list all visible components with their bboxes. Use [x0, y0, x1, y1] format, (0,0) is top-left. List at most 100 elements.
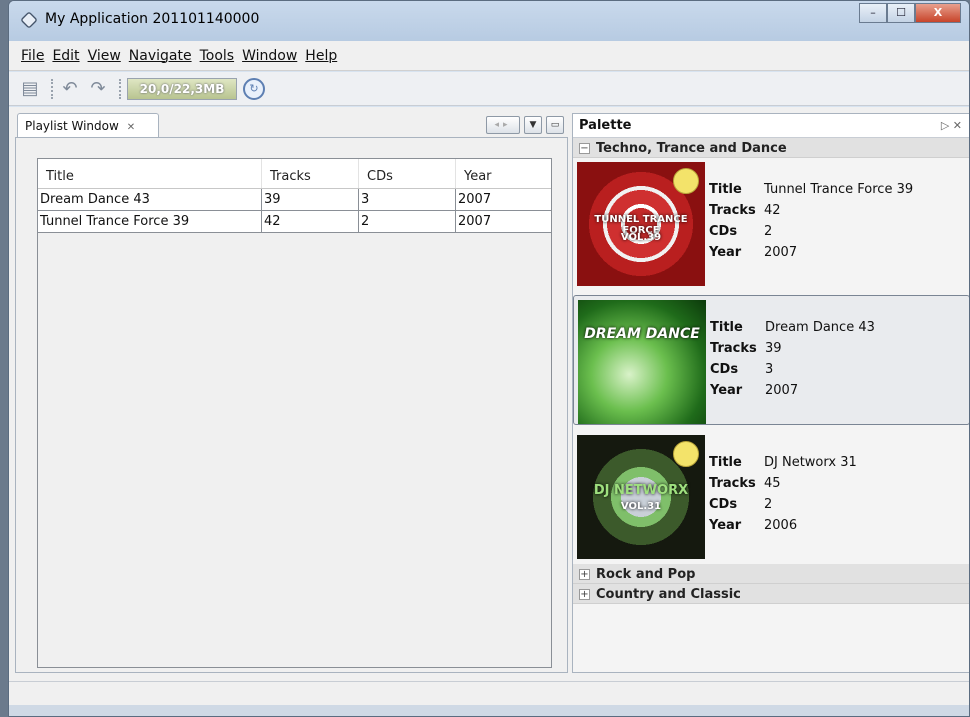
- collapse-icon[interactable]: −: [579, 143, 590, 154]
- app-icon: [20, 11, 38, 29]
- menu-help[interactable]: Help: [305, 48, 337, 64]
- tab-list-dropdown-icon[interactable]: ▼: [524, 116, 542, 134]
- album-cover-image: DJ NETWORX VOL.31: [577, 435, 705, 559]
- toolbar: ▤ ↶ ↷ 20,0/22,3MB ↻: [9, 72, 969, 106]
- cell-cds[interactable]: 3: [359, 189, 456, 210]
- value-year: 2007: [764, 245, 798, 260]
- palette-category-rock-and-pop[interactable]: + Rock and Pop: [573, 564, 969, 584]
- taskbar-edge: [9, 705, 969, 716]
- tab-scroll-arrows-icon[interactable]: ◂▸: [486, 116, 520, 134]
- cover-title: DJ NETWORX: [593, 483, 689, 498]
- playlist-table: Title Tracks CDs Year Dream Dance 43 39 …: [37, 158, 552, 668]
- cell-title[interactable]: Tunnel Trance Force 39: [38, 211, 262, 232]
- new-badge: [673, 168, 699, 194]
- playlist-panel: Title Tracks CDs Year Dream Dance 43 39 …: [15, 137, 568, 673]
- title-bar[interactable]: My Application 201101140000 – ☐ X: [9, 1, 969, 41]
- close-panel-icon[interactable]: ✕: [953, 119, 962, 132]
- value-year: 2007: [765, 383, 799, 398]
- menu-navigate[interactable]: Navigate: [129, 48, 192, 64]
- palette-window-controls: ▷ ✕: [941, 119, 962, 132]
- table-row[interactable]: Dream Dance 43 39 3 2007: [38, 189, 551, 211]
- workspace: Playlist Window ✕ ◂▸ ▼ ▭ Title Tracks CDs…: [9, 107, 969, 681]
- tab-playlist-window[interactable]: Playlist Window ✕: [17, 113, 159, 138]
- cell-tracks[interactable]: 42: [262, 211, 359, 232]
- value-title: Tunnel Trance Force 39: [764, 182, 914, 197]
- palette-header: Palette ▷ ✕: [573, 114, 969, 138]
- tab-controls: ◂▸ ▼ ▭: [482, 116, 564, 134]
- toolbar-separator: [51, 78, 55, 99]
- maximize-button[interactable]: ☐: [887, 3, 915, 23]
- palette-category-country-and-classic[interactable]: + Country and Classic: [573, 584, 969, 604]
- value-tracks: 39: [765, 341, 782, 356]
- column-header-title[interactable]: Title: [38, 159, 262, 188]
- window-controls: – ☐ X: [859, 3, 961, 23]
- label-cds: CDs: [709, 224, 738, 239]
- cover-subtitle: VOL.31: [620, 501, 662, 512]
- category-label: Country and Classic: [596, 587, 741, 602]
- label-title: Title: [709, 455, 742, 470]
- redo-icon[interactable]: ↷: [87, 78, 109, 100]
- expand-icon[interactable]: +: [579, 569, 590, 580]
- value-cds: 3: [765, 362, 774, 377]
- label-year: Year: [710, 383, 743, 398]
- memory-indicator[interactable]: 20,0/22,3MB: [127, 77, 237, 100]
- application-window: My Application 201101140000 – ☐ X File E…: [8, 0, 970, 717]
- label-tracks: Tracks: [709, 203, 756, 218]
- album-cover-image: TUNNEL TRANCE FORCE VOL.39: [577, 162, 705, 286]
- palette-item-tunnel-trance-force[interactable]: TUNNEL TRANCE FORCE VOL.39 Title Tunnel T…: [573, 158, 969, 291]
- value-cds: 2: [764, 497, 773, 512]
- minimize-button[interactable]: –: [859, 3, 887, 23]
- item-info: Title Tunnel Trance Force 39 Tracks 42 CDs…: [709, 182, 913, 266]
- table-row[interactable]: Tunnel Trance Force 39 42 2 2007: [38, 211, 551, 233]
- cell-cds[interactable]: 2: [359, 211, 456, 232]
- value-tracks: 45: [764, 476, 781, 491]
- column-header-cds[interactable]: CDs: [359, 159, 456, 188]
- palette-item-dream-dance[interactable]: DREAM DANCE Title Dream Dance 43 Tracks 39…: [573, 295, 969, 425]
- cover-title: DREAM DANCE: [584, 326, 700, 342]
- menu-edit[interactable]: Edit: [52, 48, 79, 64]
- palette-item-dj-networx[interactable]: DJ NETWORX VOL.31 Title DJ Networx 31 Tra…: [573, 431, 969, 564]
- menu-view[interactable]: View: [88, 48, 121, 64]
- close-tab-icon[interactable]: ✕: [127, 122, 135, 133]
- cell-year[interactable]: 2007: [456, 189, 551, 210]
- menu-window[interactable]: Window: [242, 48, 297, 64]
- table-header: Title Tracks CDs Year: [38, 159, 551, 189]
- value-year: 2006: [764, 518, 798, 533]
- playlist-window: Playlist Window ✕ ◂▸ ▼ ▭ Title Tracks CDs…: [15, 113, 568, 673]
- column-header-tracks[interactable]: Tracks: [262, 159, 359, 188]
- maximize-panel-icon[interactable]: ▭: [546, 116, 564, 134]
- palette-category-techno[interactable]: − Techno, Trance and Dance: [573, 138, 969, 158]
- garbage-collect-icon[interactable]: ↻: [243, 77, 265, 100]
- menu-file[interactable]: File: [21, 48, 44, 64]
- cell-year[interactable]: 2007: [456, 211, 551, 232]
- cell-title[interactable]: Dream Dance 43: [38, 189, 262, 210]
- new-badge: [673, 441, 699, 467]
- label-year: Year: [709, 518, 742, 533]
- undo-icon[interactable]: ↶: [59, 78, 81, 100]
- value-tracks: 42: [764, 203, 781, 218]
- cell-tracks[interactable]: 39: [262, 189, 359, 210]
- save-all-icon[interactable]: ▤: [19, 78, 41, 100]
- label-year: Year: [709, 245, 742, 260]
- label-cds: CDs: [709, 497, 738, 512]
- close-button[interactable]: X: [915, 3, 961, 23]
- value-title: Dream Dance 43: [765, 320, 875, 335]
- minimize-panel-icon[interactable]: ▷: [941, 119, 949, 132]
- label-cds: CDs: [710, 362, 739, 377]
- menu-bar: File Edit View Navigate Tools Window Hel…: [9, 41, 969, 71]
- item-info: Title Dream Dance 43 Tracks 39 CDs 3 Year 20…: [710, 320, 875, 404]
- expand-icon[interactable]: +: [579, 589, 590, 600]
- column-header-year[interactable]: Year: [456, 159, 551, 188]
- album-cover-image: DREAM DANCE: [578, 300, 706, 424]
- category-label: Rock and Pop: [596, 567, 696, 582]
- palette-window: Palette ▷ ✕ − Techno, Trance and Dance T…: [572, 113, 969, 673]
- label-title: Title: [709, 182, 742, 197]
- label-tracks: Tracks: [710, 341, 757, 356]
- label-title: Title: [710, 320, 743, 335]
- toolbar-separator: [119, 78, 123, 99]
- menu-tools[interactable]: Tools: [200, 48, 235, 64]
- label-tracks: Tracks: [709, 476, 756, 491]
- category-label: Techno, Trance and Dance: [596, 141, 787, 156]
- cover-subtitle: VOL.39: [620, 232, 662, 243]
- value-title: DJ Networx 31: [764, 455, 857, 470]
